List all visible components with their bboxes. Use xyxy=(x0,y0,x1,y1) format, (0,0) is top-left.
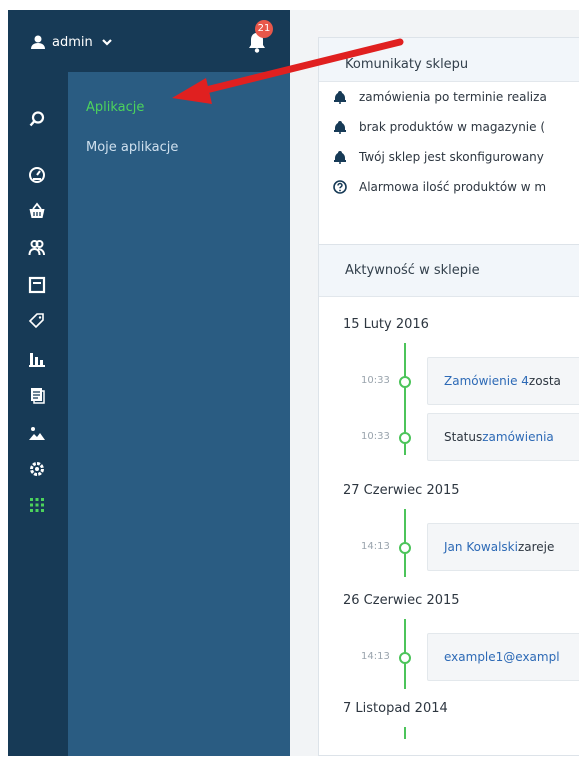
gear-icon[interactable] xyxy=(26,458,48,480)
notice-text: zamówienia po terminie realiza xyxy=(359,90,547,104)
icon-rail xyxy=(8,72,68,756)
submenu-panel: Aplikacje Moje aplikacje xyxy=(68,72,290,756)
event-text: Status xyxy=(444,430,483,444)
timeline-line xyxy=(404,727,406,739)
timeline-date: 27 Czerwiec 2015 xyxy=(343,483,460,498)
timeline-date: 26 Czerwiec 2015 xyxy=(343,593,460,608)
user-icon xyxy=(31,35,45,49)
order-link[interactable]: Zamówienie 4 xyxy=(444,374,529,388)
submenu-item-moje-aplikacje[interactable]: Moje aplikacje xyxy=(86,140,178,155)
event-time: 14:13 xyxy=(361,541,390,552)
document-icon[interactable] xyxy=(26,384,48,406)
submenu-item-aplikacje[interactable]: Aplikacje xyxy=(86,100,144,115)
alarm-bell-icon xyxy=(334,91,346,104)
notice-item[interactable]: brak produktów w magazynie ( xyxy=(319,112,579,142)
box-icon[interactable] xyxy=(26,274,48,296)
notice-text: Twój sklep jest skonfigurowany xyxy=(359,150,544,164)
timeline-node xyxy=(399,432,411,444)
apps-grid-icon[interactable] xyxy=(26,494,48,516)
shop-notices-card: Komunikaty sklepu zamówienia po terminie… xyxy=(318,37,579,258)
timeline-event: Zamówienie 4 zosta xyxy=(427,357,579,405)
notice-item[interactable]: Twój sklep jest skonfigurowany xyxy=(319,142,579,172)
chevron-down-icon xyxy=(101,39,112,46)
chart-icon[interactable] xyxy=(26,348,48,370)
event-time: 10:33 xyxy=(361,375,390,386)
user-name: admin xyxy=(52,34,93,50)
search-icon[interactable] xyxy=(26,108,48,130)
timeline-event: Status zamówienia xyxy=(427,413,579,461)
timeline-node xyxy=(399,652,411,664)
notification-count-badge: 21 xyxy=(255,20,273,38)
alarm-bell-icon xyxy=(334,151,346,164)
customer-email-link[interactable]: example1@exampl xyxy=(444,650,560,664)
users-icon[interactable] xyxy=(26,237,48,259)
speedometer-icon[interactable] xyxy=(26,164,48,186)
timeline-node xyxy=(399,376,411,388)
order-status-link[interactable]: zamówienia xyxy=(482,430,554,444)
app-frame: admin 21 Aplikacje Moje aplikacje Komuni… xyxy=(8,10,579,756)
event-time: 14:13 xyxy=(361,651,390,662)
timeline-event: Jan Kowalski zareje xyxy=(427,523,579,571)
tag-icon[interactable] xyxy=(26,310,48,332)
event-time: 10:33 xyxy=(361,431,390,442)
timeline-node xyxy=(399,542,411,554)
main-content: Komunikaty sklepu zamówienia po terminie… xyxy=(290,10,579,756)
customer-link[interactable]: Jan Kowalski xyxy=(444,540,518,554)
timeline-date: 15 Luty 2016 xyxy=(343,317,429,332)
event-text: zareje xyxy=(517,540,555,554)
notice-text: Alarmowa ilość produktów w m xyxy=(359,180,547,194)
user-menu[interactable]: admin xyxy=(30,34,113,50)
alarm-bell-icon xyxy=(334,121,346,134)
top-user-bar: admin 21 xyxy=(8,10,290,72)
basket-icon[interactable] xyxy=(26,200,48,222)
timeline-event: example1@exampl xyxy=(427,633,579,681)
shop-notices-title: Komunikaty sklepu xyxy=(319,38,579,82)
event-text: zosta xyxy=(528,374,561,388)
question-circle-icon xyxy=(333,180,347,194)
notice-item[interactable]: Alarmowa ilość produktów w m xyxy=(319,172,579,202)
shop-activity-card: Aktywność w sklepie 15 Luty 2016 10:33 Z… xyxy=(318,244,579,756)
notice-text: brak produktów w magazynie ( xyxy=(359,120,546,134)
shop-activity-title: Aktywność w sklepie xyxy=(319,245,579,297)
timeline-date: 7 Listopad 2014 xyxy=(343,701,448,716)
notice-item[interactable]: zamówienia po terminie realiza xyxy=(319,82,579,112)
image-icon[interactable] xyxy=(26,422,48,444)
